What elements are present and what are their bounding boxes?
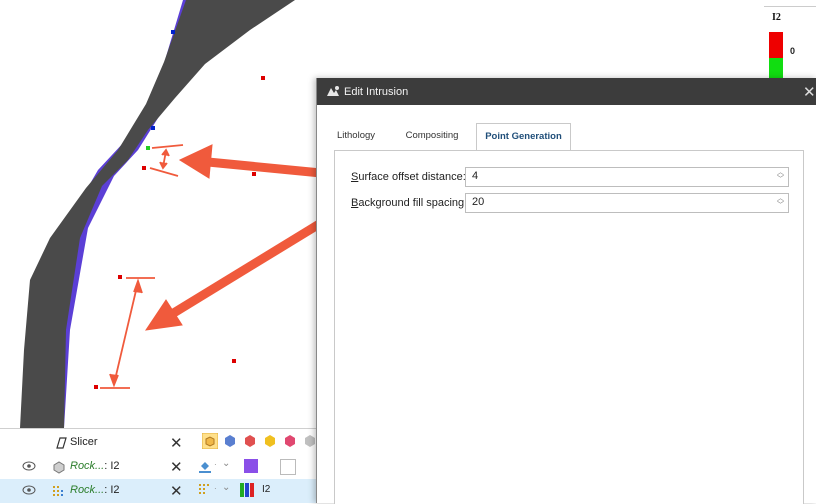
- rock-points-label: Rock...: I2: [70, 484, 120, 496]
- chevron-down-icon[interactable]: ⌄: [222, 482, 230, 493]
- edit-intrusion-dialog: Edit Intrusion ✕ Lithology Compositing P…: [316, 78, 816, 504]
- dialog-title: Edit Intrusion: [344, 86, 409, 98]
- slicer-cube-icon-pink[interactable]: [282, 433, 298, 449]
- scene-list-row-slicer[interactable]: Slicer ✕: [0, 431, 316, 455]
- offset-dimension-marker: [149, 144, 184, 177]
- background-fill-input[interactable]: [466, 194, 762, 210]
- surface-offset-spinbox[interactable]: ︿﹀: [465, 167, 789, 187]
- dropdown-separator: ·: [214, 484, 217, 493]
- paint-bucket-icon[interactable]: [198, 459, 212, 473]
- close-icon[interactable]: ✕: [803, 83, 816, 101]
- color-swatch-white[interactable]: [280, 459, 296, 475]
- dialog-titlebar[interactable]: Edit Intrusion ✕: [317, 78, 816, 105]
- point-red-2: [142, 166, 146, 170]
- point-red-6: [94, 385, 98, 389]
- surface-object-icon: [53, 461, 65, 474]
- eye-icon[interactable]: [22, 461, 36, 471]
- colormap-icon[interactable]: [240, 483, 258, 497]
- spacing-dimension-marker: [100, 277, 155, 389]
- background-fill-label: Background fill spacing:: [351, 197, 468, 209]
- slicer-label: Slicer: [70, 436, 98, 448]
- point-red-3: [252, 172, 256, 176]
- point-red-1: [261, 76, 265, 80]
- scene-list: Slicer ✕ Rock...: I2 ✕ · ⌄ Rock...: I2 ✕…: [0, 428, 316, 504]
- dialog-tabs: Lithology Compositing Point Generation: [317, 123, 816, 152]
- remove-icon[interactable]: ✕: [170, 434, 183, 452]
- eye-icon[interactable]: [22, 485, 36, 495]
- point-red-5: [232, 359, 236, 363]
- legend-title: I2: [772, 12, 781, 23]
- chevron-down-icon[interactable]: ⌄: [222, 458, 230, 469]
- points-style-icon[interactable]: [198, 483, 212, 497]
- spin-arrows-icon[interactable]: ︿ ﹀: [777, 169, 784, 183]
- point-blue-2: [151, 126, 155, 130]
- point-blue-1: [171, 30, 175, 34]
- point-red-4: [118, 275, 122, 279]
- slicer-icon: [56, 437, 67, 449]
- remove-icon[interactable]: ✕: [170, 458, 183, 476]
- slicer-cube-icon-selected[interactable]: [202, 433, 218, 449]
- slicer-cube-icon-blue[interactable]: [222, 433, 238, 449]
- colormap-label: I2: [262, 484, 271, 495]
- legend-value-label: 0: [790, 46, 796, 56]
- spin-arrows-icon[interactable]: ︿ ﹀: [777, 195, 784, 209]
- point-green: [146, 146, 150, 150]
- background-fill-spinbox[interactable]: ︿﹀: [465, 193, 789, 213]
- color-swatch-purple[interactable]: [244, 459, 258, 473]
- rock-surface-label: Rock...: I2: [70, 460, 120, 472]
- scene-list-row-rock-points[interactable]: Rock...: I2 ✕ · ⌄ I2: [0, 479, 316, 503]
- point-generation-panel: Surface offset distance: ︿﹀ Background f…: [334, 150, 804, 504]
- slicer-cube-icon-red[interactable]: [242, 433, 258, 449]
- points-object-icon: [53, 486, 63, 496]
- tab-lithology[interactable]: Lithology: [326, 123, 386, 149]
- intrusion-app-icon: [327, 86, 339, 96]
- tab-point-generation[interactable]: Point Generation: [476, 123, 571, 152]
- surface-offset-label: Surface offset distance:: [351, 171, 466, 183]
- dropdown-separator: ·: [214, 460, 217, 469]
- tab-compositing[interactable]: Compositing: [392, 123, 472, 149]
- scene-list-row-rock-surface[interactable]: Rock...: I2 ✕ · ⌄: [0, 455, 316, 479]
- remove-icon[interactable]: ✕: [170, 482, 183, 500]
- legend-swatch-red: [769, 32, 783, 58]
- intrusion-surface: [20, 0, 295, 428]
- slicer-cube-icon-yellow[interactable]: [262, 433, 278, 449]
- surface-offset-input[interactable]: [466, 168, 762, 184]
